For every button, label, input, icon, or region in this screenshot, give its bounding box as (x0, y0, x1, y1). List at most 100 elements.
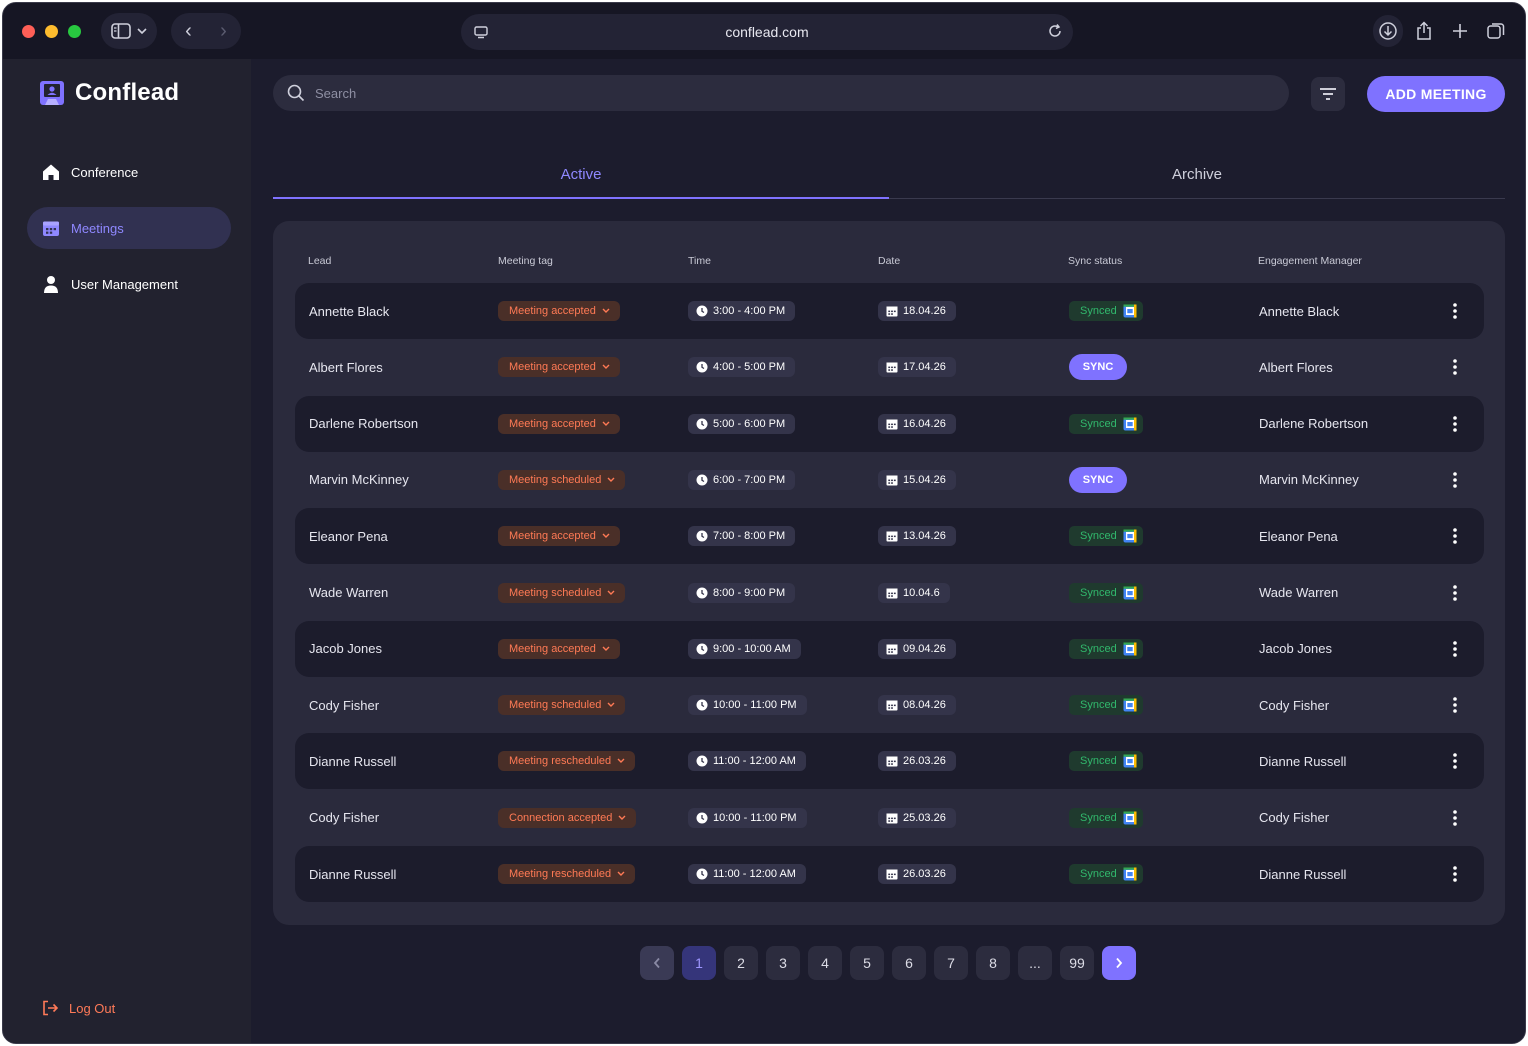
page-button[interactable]: ... (1018, 946, 1052, 980)
more-vertical-icon[interactable] (1453, 303, 1457, 319)
address-bar[interactable]: conflead.com (461, 14, 1073, 50)
table-row[interactable]: Marvin McKinney Meeting scheduled 6:00 - 7… (295, 452, 1484, 508)
sync-status-label: Synced (1080, 868, 1117, 880)
meeting-tag-cell: Connection accepted (498, 790, 637, 846)
close-window-button[interactable] (22, 25, 35, 38)
time-chip: 6:00 - 7:00 PM (688, 469, 796, 490)
filter-button[interactable] (1311, 77, 1345, 111)
table-row[interactable]: Cody Fisher Meeting scheduled 10:00 - 11:0… (295, 677, 1484, 733)
table-row[interactable]: Annette Black Meeting accepted 3:00 - 4:00… (295, 283, 1484, 339)
sidebar-toggle-button[interactable] (101, 13, 157, 49)
table-row[interactable]: Dianne Russell Meeting rescheduled 11:00 -… (295, 733, 1484, 790)
meeting-tag-dropdown[interactable]: Meeting accepted (498, 413, 620, 434)
forward-icon[interactable]: › (206, 20, 241, 43)
meeting-tag-dropdown[interactable]: Connection accepted (498, 807, 637, 828)
more-vertical-icon[interactable] (1453, 640, 1457, 657)
page-button[interactable]: 7 (934, 946, 968, 980)
table-row[interactable]: Jacob Jones Meeting accepted 9:00 - 10:00 … (295, 620, 1484, 677)
more-vertical-icon[interactable] (1453, 528, 1457, 544)
meeting-tag-dropdown[interactable]: Meeting accepted (498, 301, 620, 321)
meeting-tag-dropdown[interactable]: Meeting accepted (498, 638, 620, 659)
sync-button[interactable]: SYNC (1069, 354, 1127, 381)
next-page-button[interactable] (1102, 946, 1136, 980)
more-vertical-icon[interactable] (1453, 359, 1457, 376)
minimize-window-button[interactable] (45, 25, 58, 38)
tab-overview-icon[interactable] (1481, 15, 1511, 47)
app-logo[interactable]: Conflead (39, 79, 179, 107)
sidebar-item-conference[interactable]: Conference (27, 151, 231, 193)
sync-status-label: Synced (1080, 811, 1117, 824)
engagement-manager: Darlene Robertson (1259, 416, 1369, 432)
row-actions[interactable] (1453, 339, 1457, 395)
row-actions[interactable] (1453, 396, 1457, 452)
sidebar-item-label: Meetings (71, 220, 124, 236)
share-icon[interactable] (1409, 15, 1439, 47)
date-cell: 10.04.6 (878, 565, 950, 621)
more-vertical-icon[interactable] (1453, 472, 1457, 488)
row-actions[interactable] (1453, 283, 1457, 339)
meeting-tag-dropdown[interactable]: Meeting rescheduled (498, 751, 636, 772)
time-cell: 10:00 - 11:00 PM (688, 677, 807, 733)
lead-name: Cody Fisher (309, 697, 380, 713)
search-input[interactable]: Search (273, 75, 1289, 111)
date-cell: 16.04.26 (878, 396, 956, 452)
calendar-icon (886, 700, 898, 711)
row-actions[interactable] (1453, 508, 1457, 564)
clock-icon (696, 587, 708, 598)
more-vertical-icon[interactable] (1453, 866, 1457, 882)
new-tab-icon[interactable] (1445, 15, 1475, 47)
meeting-tag-dropdown[interactable]: Meeting accepted (498, 526, 620, 547)
row-actions[interactable] (1453, 790, 1457, 846)
meeting-tag-dropdown[interactable]: Meeting scheduled (498, 582, 626, 603)
page-button[interactable]: 6 (892, 946, 926, 980)
table-row[interactable]: Eleanor Pena Meeting accepted 7:00 - 8:00 … (295, 508, 1484, 565)
row-actions[interactable] (1453, 846, 1457, 902)
more-vertical-icon[interactable] (1453, 415, 1457, 432)
page-button[interactable]: 8 (976, 946, 1010, 980)
back-icon[interactable]: ‹ (171, 20, 206, 43)
meeting-tag-dropdown[interactable]: Meeting scheduled (498, 695, 626, 716)
time-cell: 8:00 - 9:00 PM (688, 565, 796, 621)
row-actions[interactable] (1453, 733, 1457, 789)
previous-page-button[interactable] (640, 946, 674, 980)
more-vertical-icon[interactable] (1453, 697, 1457, 713)
page-button[interactable]: 99 (1060, 946, 1094, 980)
page-button[interactable]: 2 (724, 946, 758, 980)
sync-button[interactable]: SYNC (1069, 466, 1127, 493)
meeting-tag-dropdown[interactable]: Meeting accepted (498, 357, 620, 378)
table-row[interactable]: Dianne Russell Meeting rescheduled 11:00 -… (295, 846, 1484, 902)
more-vertical-icon[interactable] (1453, 584, 1457, 601)
tab-archive[interactable]: Archive (889, 155, 1505, 199)
page-button[interactable]: 4 (808, 946, 842, 980)
add-meeting-button[interactable]: ADD MEETING (1367, 76, 1505, 112)
page-icon (474, 26, 488, 39)
table-row[interactable]: Cody Fisher Connection accepted 10:00 - 11… (295, 790, 1484, 846)
meeting-tag-dropdown[interactable]: Meeting rescheduled (498, 864, 636, 884)
table-row[interactable]: Darlene Robertson Meeting accepted 5:00 - … (295, 395, 1484, 452)
tab-active[interactable]: Active (273, 155, 889, 199)
page-button[interactable]: 1 (682, 946, 716, 980)
maximize-window-button[interactable] (68, 25, 81, 38)
row-actions[interactable] (1453, 452, 1457, 508)
more-vertical-icon[interactable] (1453, 753, 1457, 770)
logout-button[interactable]: Log Out (41, 999, 115, 1017)
column-header: Time (688, 255, 711, 267)
sidebar-item-meetings[interactable]: Meetings (27, 207, 231, 249)
meeting-tag-dropdown[interactable]: Meeting scheduled (498, 469, 626, 490)
download-icon[interactable] (1373, 15, 1403, 47)
clock-icon (696, 305, 708, 317)
table-row[interactable]: Albert Flores Meeting accepted 4:00 - 5:00… (295, 339, 1484, 395)
page-button[interactable]: 5 (850, 946, 884, 980)
sidebar-item-user-management[interactable]: User Management (27, 263, 231, 305)
table-row[interactable]: Wade Warren Meeting scheduled 8:00 - 9:00 … (295, 565, 1484, 621)
row-actions[interactable] (1453, 565, 1457, 621)
reload-icon[interactable] (1047, 23, 1063, 39)
row-actions[interactable] (1453, 621, 1457, 677)
row-actions[interactable] (1453, 677, 1457, 733)
meeting-tag-label: Connection accepted (509, 811, 613, 824)
sync-status-badge: Synced (1069, 864, 1143, 884)
time-chip: 11:00 - 12:00 AM (688, 864, 806, 884)
more-vertical-icon[interactable] (1453, 809, 1457, 826)
sync-cell: Synced (1069, 790, 1143, 846)
page-button[interactable]: 3 (766, 946, 800, 980)
